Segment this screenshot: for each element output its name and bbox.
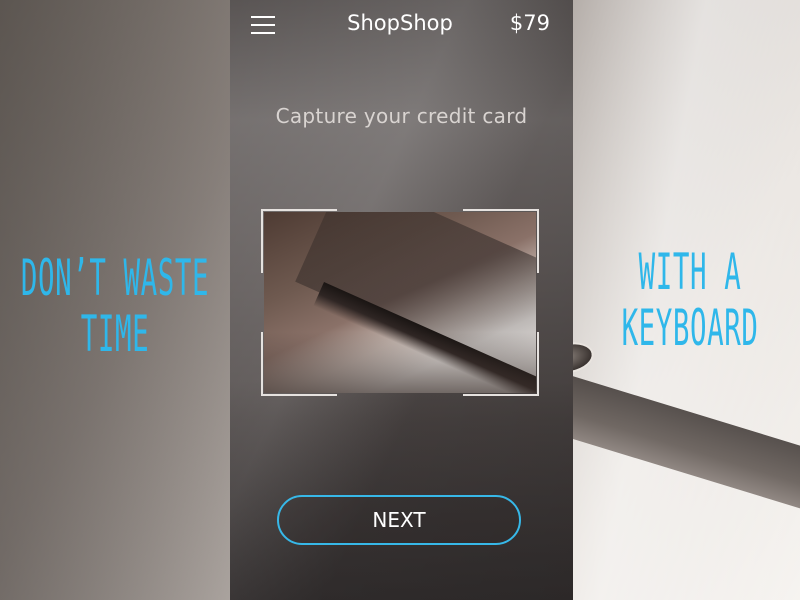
viewfinder-corner-top-left — [261, 209, 337, 273]
card-viewfinder[interactable] — [261, 209, 539, 396]
viewfinder-corner-bottom-right — [463, 332, 539, 396]
right-caption-line-2: KEYBOARD — [621, 299, 759, 357]
screen-shadow — [230, 380, 573, 600]
left-caption: DON’T WASTE TIME — [13, 250, 217, 362]
promo-canvas: DON’T WASTE TIME WITH A KEYBOARD ShopSho… — [0, 0, 800, 600]
left-caption-line-2: TIME — [80, 305, 150, 363]
viewfinder-corner-bottom-left — [261, 332, 337, 396]
right-caption-line-1: WITH A — [638, 243, 742, 301]
right-caption: WITH A KEYBOARD — [588, 244, 792, 356]
viewfinder-corner-top-right — [463, 209, 539, 273]
left-caption-line-1: DON’T WASTE — [20, 249, 210, 307]
hamburger-menu-icon[interactable] — [251, 16, 275, 34]
next-button[interactable]: NEXT — [277, 495, 521, 545]
top-bar: ShopShop $79 — [230, 0, 573, 50]
app-title: ShopShop — [347, 11, 453, 35]
capture-instruction: Capture your credit card — [275, 104, 528, 128]
phone-screen: ShopShop $79 Capture your credit card NE… — [230, 0, 573, 600]
cart-total[interactable]: $79 — [500, 11, 550, 35]
